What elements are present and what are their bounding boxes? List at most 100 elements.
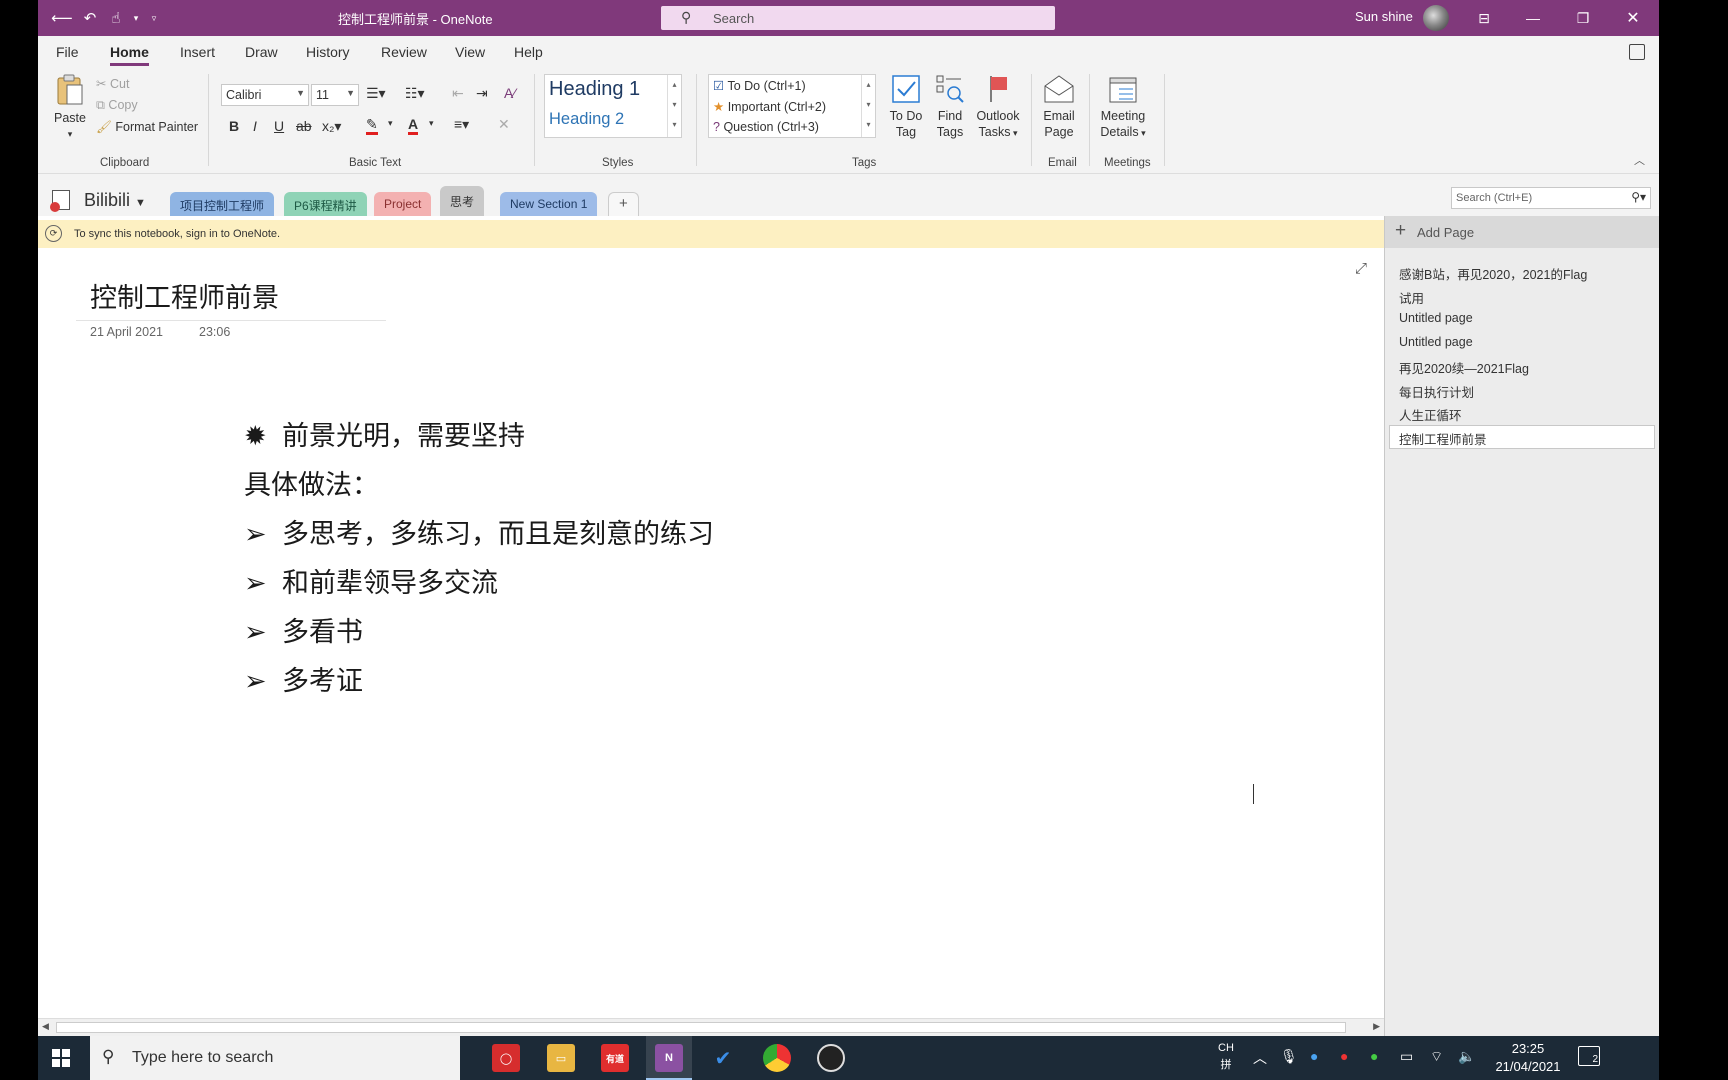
- search-box[interactable]: ⚲ Search: [661, 6, 1055, 30]
- page-item[interactable]: Untitled page: [1399, 311, 1473, 325]
- restore-icon[interactable]: ❐: [1568, 6, 1598, 30]
- chevron-down-icon[interactable]: ▾: [429, 118, 434, 129]
- find-tags-button[interactable]: Find Tags: [931, 74, 969, 140]
- touch-mode-icon[interactable]: ☝: [106, 8, 126, 28]
- font-color-icon[interactable]: A: [408, 116, 419, 135]
- align-icon[interactable]: ≡▾: [454, 116, 469, 133]
- file-explorer-icon[interactable]: ▭: [547, 1044, 575, 1072]
- meeting-details-button[interactable]: Meeting Details ▾: [1098, 74, 1148, 141]
- tab-draw[interactable]: Draw: [245, 44, 278, 60]
- format-painter-button[interactable]: 🖌 Format Painter: [96, 120, 198, 135]
- input-language[interactable]: CH 拼: [1218, 1040, 1234, 1074]
- customize-toolbar-icon[interactable]: ▿: [144, 8, 164, 28]
- tag-question[interactable]: ? Question (Ctrl+3): [713, 120, 819, 134]
- numbering-icon[interactable]: ☷▾: [405, 85, 425, 102]
- add-section-button[interactable]: +: [608, 192, 639, 216]
- page-item[interactable]: Untitled page: [1399, 335, 1473, 349]
- notebook-selector[interactable]: Bilibili ▼: [84, 190, 146, 211]
- page-item[interactable]: 感谢B站，再见2020，2021的Flag: [1399, 264, 1587, 283]
- section-tab-3[interactable]: Project: [374, 192, 432, 216]
- tags-gallery[interactable]: ☑ To Do (Ctrl+1) ★ Important (Ctrl+2) ? …: [708, 74, 876, 138]
- page-item[interactable]: 再见2020续—2021Flag: [1399, 358, 1529, 377]
- tab-review[interactable]: Review: [381, 44, 427, 60]
- horizontal-scrollbar[interactable]: ◀ ▶: [38, 1018, 1384, 1036]
- page-title[interactable]: 控制工程师前景: [90, 276, 279, 315]
- ribbon-display-options-icon[interactable]: ⊟: [1469, 6, 1499, 30]
- avatar[interactable]: [1423, 5, 1449, 31]
- style-heading2[interactable]: Heading 2: [549, 110, 624, 129]
- add-page-button[interactable]: + Add Page: [1385, 216, 1659, 248]
- scroll-right-icon[interactable]: ▶: [1373, 1021, 1380, 1032]
- list-item[interactable]: ➢ 和前辈领导多交流: [244, 561, 498, 600]
- section-tab-2[interactable]: P6课程精讲: [284, 192, 367, 216]
- font-size-select[interactable]: 11 ▼: [311, 84, 359, 106]
- bold-icon[interactable]: B: [229, 118, 239, 134]
- copy-button[interactable]: ⧉ Copy: [96, 98, 138, 113]
- battery-icon[interactable]: ▭: [1400, 1048, 1413, 1065]
- obs-app-icon[interactable]: [817, 1044, 845, 1072]
- expand-icon[interactable]: ⤢: [1355, 260, 1367, 277]
- cut-button[interactable]: ✂ Cut: [96, 76, 129, 91]
- tab-view[interactable]: View: [455, 44, 485, 60]
- bullets-icon[interactable]: ☰▾: [366, 85, 386, 102]
- close-icon[interactable]: ✕: [1618, 6, 1648, 30]
- wechat-icon[interactable]: ●: [1370, 1048, 1378, 1064]
- list-item[interactable]: ➢ 多考证: [244, 659, 363, 698]
- page-item[interactable]: 人生正循环: [1399, 405, 1462, 424]
- taskbar-search-input[interactable]: ⚲ Type here to search: [90, 1036, 460, 1080]
- undo-icon[interactable]: ↶: [80, 8, 100, 28]
- list-item[interactable]: ➢ 多看书: [244, 610, 363, 649]
- email-page-button[interactable]: Email Page: [1039, 74, 1079, 140]
- tab-home[interactable]: Home: [110, 44, 149, 66]
- clear-formatting-icon[interactable]: A⁄: [504, 85, 516, 101]
- youdao-app-icon[interactable]: 有道: [601, 1044, 629, 1072]
- clock[interactable]: 23:25 21/04/2021: [1488, 1040, 1568, 1076]
- list-item[interactable]: 具体做法：: [244, 463, 379, 502]
- tag-todo[interactable]: ☑ To Do (Ctrl+1): [713, 78, 806, 93]
- outlook-tasks-button[interactable]: Outlook Tasks ▾: [973, 74, 1023, 141]
- section-tab-5[interactable]: New Section 1: [500, 192, 598, 216]
- qq-icon[interactable]: ●: [1340, 1048, 1348, 1064]
- underline-icon[interactable]: U: [274, 118, 284, 134]
- tag-important[interactable]: ★ Important (Ctrl+2): [713, 99, 826, 114]
- font-name-select[interactable]: Calibri ▼: [221, 84, 309, 106]
- strikethrough-icon[interactable]: ab: [296, 118, 312, 134]
- shield-icon[interactable]: ●: [1310, 1048, 1318, 1064]
- scrollbar-thumb[interactable]: [56, 1022, 1346, 1033]
- volume-icon[interactable]: 🔈: [1458, 1048, 1475, 1065]
- page-item[interactable]: 每日执行计划: [1399, 382, 1474, 401]
- highlight-icon[interactable]: ✎: [366, 116, 378, 135]
- page-item[interactable]: 试用: [1399, 288, 1424, 307]
- paste-button[interactable]: Paste ▾: [50, 74, 90, 142]
- collapse-ribbon-icon[interactable]: ︿: [1634, 152, 1645, 168]
- tab-history[interactable]: History: [306, 44, 350, 60]
- decrease-indent-icon[interactable]: ⇤: [452, 85, 464, 102]
- user-name[interactable]: Sun shine: [1355, 9, 1413, 24]
- wifi-icon[interactable]: ⌔: [1430, 1048, 1443, 1066]
- styles-gallery[interactable]: Heading 1 Heading 2 ▴ ▾ ▾: [544, 74, 682, 138]
- styles-scroll[interactable]: ▴ ▾ ▾: [667, 75, 681, 137]
- list-item[interactable]: ✹ 前景光明，需要坚持: [244, 414, 525, 453]
- notification-center-icon[interactable]: 2: [1578, 1046, 1600, 1066]
- feed-icon[interactable]: [1629, 44, 1645, 60]
- section-tab-1[interactable]: 项目控制工程师: [170, 192, 275, 216]
- tab-insert[interactable]: Insert: [180, 44, 215, 60]
- increase-indent-icon[interactable]: ⇥: [476, 85, 488, 102]
- chevron-down-icon[interactable]: ▾: [126, 8, 146, 28]
- tab-help[interactable]: Help: [514, 44, 543, 60]
- todo-tag-button[interactable]: To Do Tag: [884, 74, 928, 140]
- delete-icon[interactable]: ✕: [498, 116, 510, 133]
- back-icon[interactable]: ⟵: [51, 8, 73, 28]
- page-canvas[interactable]: 控制工程师前景 21 April 2021 23:06 ⤢ ✹ 前景光明，需要坚持…: [38, 248, 1384, 1018]
- microphone-icon[interactable]: 🎙: [1280, 1048, 1298, 1065]
- list-item[interactable]: ➢ 多思考，多练习，而且是刻意的练习: [244, 512, 714, 551]
- subscript-icon[interactable]: x₂▾: [322, 118, 341, 135]
- chrome-app-icon[interactable]: [763, 1044, 791, 1072]
- style-heading1[interactable]: Heading 1: [549, 78, 640, 101]
- italic-icon[interactable]: I: [253, 118, 257, 134]
- scroll-left-icon[interactable]: ◀: [42, 1021, 49, 1032]
- notebook-search-input[interactable]: Search (Ctrl+E) ⚲▾: [1451, 187, 1651, 209]
- todo-app-icon[interactable]: ✔: [709, 1044, 737, 1072]
- chevron-down-icon[interactable]: ▾: [388, 118, 393, 129]
- chevron-up-icon[interactable]: ︿: [1253, 1048, 1267, 1068]
